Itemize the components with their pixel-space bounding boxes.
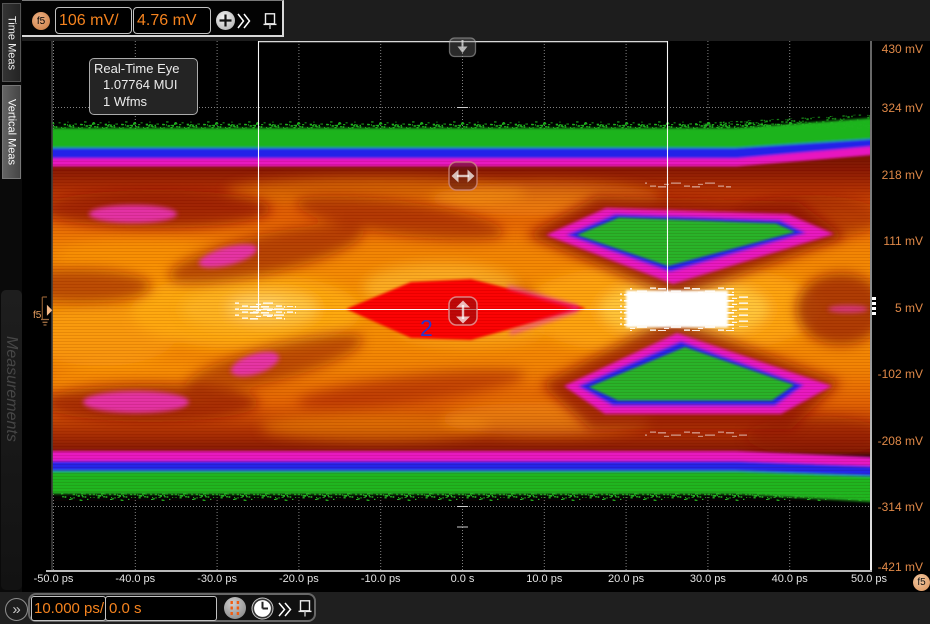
svg-text:2: 2 bbox=[420, 315, 433, 341]
svg-text:f5: f5 bbox=[33, 310, 42, 321]
